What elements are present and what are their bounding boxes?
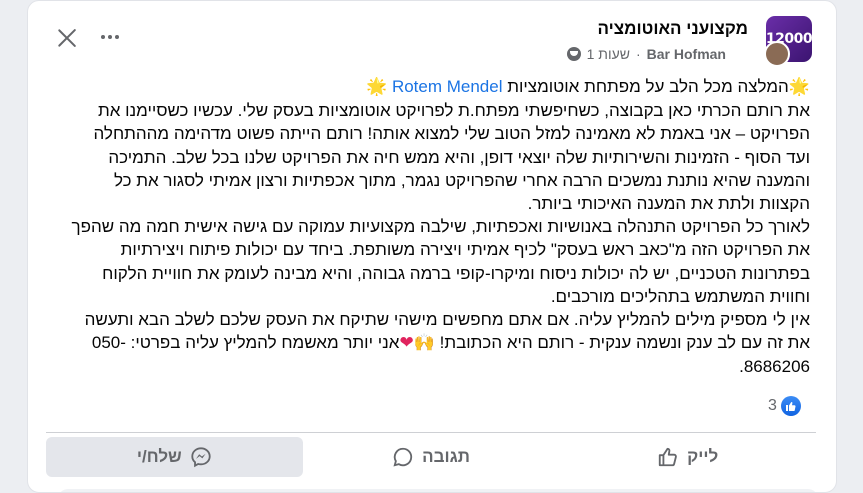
mention-link[interactable]: Rotem Mendel <box>392 77 503 96</box>
comment-button[interactable]: תגובה <box>303 437 560 477</box>
post-meta: 1 שעות · Bar Hofman <box>566 44 726 64</box>
action-bar: שלח/י תגובה לייק <box>46 437 816 477</box>
comment-icon <box>393 447 413 467</box>
meta-separator: · <box>635 46 641 62</box>
thumbs-up-icon <box>658 447 677 467</box>
raised-hands-emoji-icon: 🙌 <box>413 333 435 354</box>
send-button[interactable]: שלח/י <box>46 437 303 477</box>
post-paragraph-2: לאורך כל הפרויקט התנהלה באנושיות ואכפתיו… <box>71 217 810 306</box>
group-name[interactable]: מקצועני האוטומציה <box>598 19 748 39</box>
reaction-count[interactable]: 3 <box>768 397 777 415</box>
audience-icon[interactable] <box>566 47 581 61</box>
post-card: 12000 מקצועני האוטומציה 1 שעות · Bar Hof… <box>27 0 837 493</box>
divider <box>46 432 816 433</box>
comment-input-stub[interactable] <box>58 489 818 492</box>
send-label: שלח/י <box>136 447 182 466</box>
more-options-icon[interactable] <box>96 23 124 51</box>
messenger-icon <box>191 447 211 468</box>
like-reaction-icon <box>780 396 801 416</box>
close-icon[interactable] <box>54 25 80 51</box>
post-time[interactable]: 1 שעות <box>587 46 630 62</box>
author-name[interactable]: Bar Hofman <box>647 46 726 62</box>
like-button[interactable]: לייק <box>559 437 816 477</box>
reaction-summary[interactable]: 3 <box>768 396 801 416</box>
heart-emoji-icon: ❤ <box>399 333 414 354</box>
author-avatar[interactable] <box>764 41 790 67</box>
star-emoji-icon: 🌟 <box>788 77 810 97</box>
comment-label: תגובה <box>422 447 470 466</box>
star-emoji-icon: 🌟 <box>366 77 388 97</box>
post-paragraph-1: את רותם הכרתי כאן בקבוצה, כשחיפשתי מפתח.… <box>93 101 811 214</box>
post-first-line: 🌟המלצה מכל הלב על מפתחת אוטומציות Rotem … <box>68 75 810 99</box>
post-body: 🌟המלצה מכל הלב על מפתחת אוטומציות Rotem … <box>68 75 810 379</box>
post-paragraph-3: אין לי מספיק מילים להמליץ עליה. אם אתם מ… <box>68 308 810 379</box>
like-label: לייק <box>687 447 719 466</box>
recommendation-heading: המלצה מכל הלב על מפתחת אוטומציות <box>507 77 789 96</box>
